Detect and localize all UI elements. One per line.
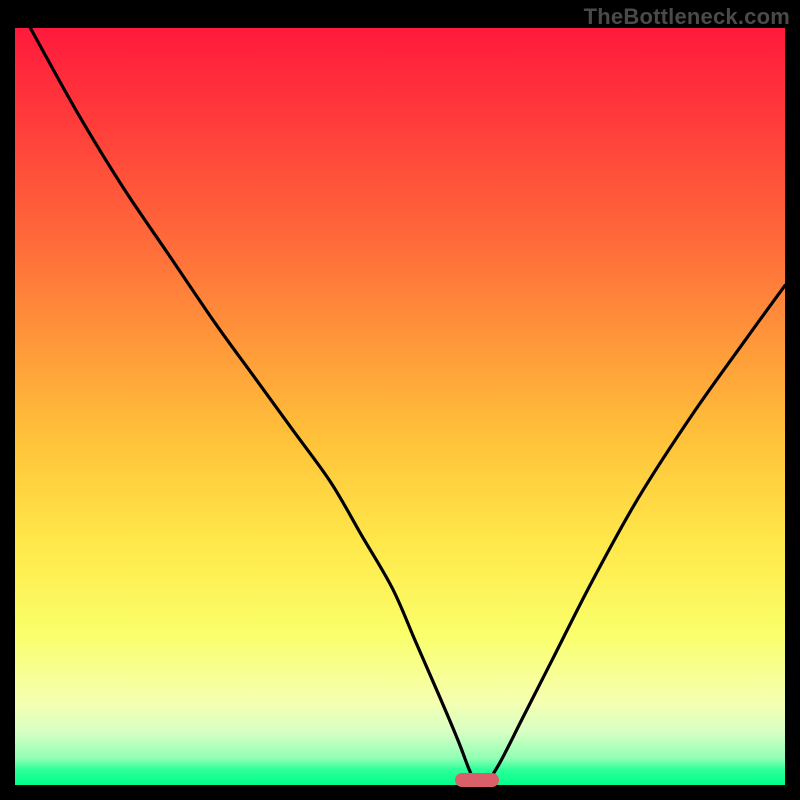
watermark-text: TheBottleneck.com	[584, 4, 790, 30]
optimal-marker	[455, 773, 499, 787]
bottleneck-curve	[15, 28, 785, 785]
plot-area	[15, 28, 785, 785]
chart-frame: TheBottleneck.com	[0, 0, 800, 800]
curve-path	[30, 28, 785, 785]
